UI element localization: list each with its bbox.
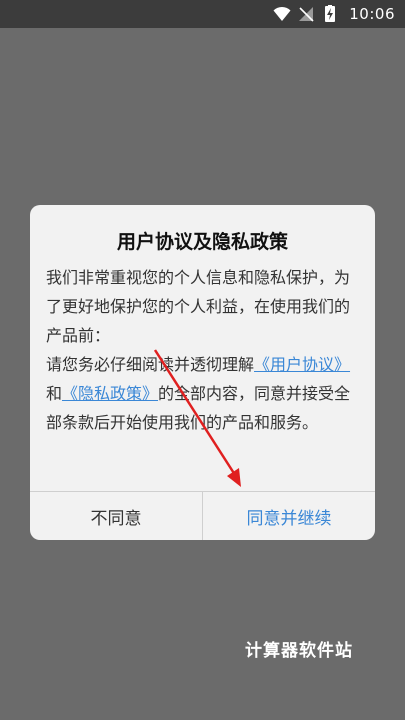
- wifi-icon: [273, 5, 291, 23]
- user-agreement-link[interactable]: 《用户协议》: [254, 355, 350, 374]
- consent-prefix: 请您务必仔细阅读并透彻理解: [46, 355, 255, 374]
- status-time: 10:06: [349, 5, 395, 23]
- privacy-policy-link[interactable]: 《隐私政策》: [62, 384, 158, 403]
- dialog-title: 用户协议及隐私政策: [116, 231, 288, 253]
- consent-and: 和: [46, 384, 63, 403]
- dialog-paragraph-intro: 我们非常重视您的个人信息和隐私保护，为了更好地保护您的个人利益，在使用我们的产品…: [46, 268, 351, 345]
- disagree-button[interactable]: 不同意: [30, 492, 203, 540]
- watermark: 计算器软件站: [245, 641, 353, 661]
- status-bar: 10:06: [0, 0, 405, 28]
- dialog-paragraph-consent: 请您务必仔细阅读并透彻理解《用户协议》和《隐私政策》的全部内容，同意并接受全部条…: [46, 350, 359, 437]
- dialog-button-row: 不同意 同意并继续: [30, 491, 375, 540]
- no-signal-icon: [297, 5, 315, 23]
- battery-charging-icon: [321, 5, 339, 23]
- dialog-body: 我们非常重视您的个人信息和隐私保护，为了更好地保护您的个人利益，在使用我们的产品…: [46, 263, 359, 437]
- agree-continue-button[interactable]: 同意并继续: [203, 492, 375, 540]
- privacy-dialog: 用户协议及隐私政策 我们非常重视您的个人信息和隐私保护，为了更好地保护您的个人利…: [30, 205, 375, 540]
- status-icons: 10:06: [273, 0, 395, 28]
